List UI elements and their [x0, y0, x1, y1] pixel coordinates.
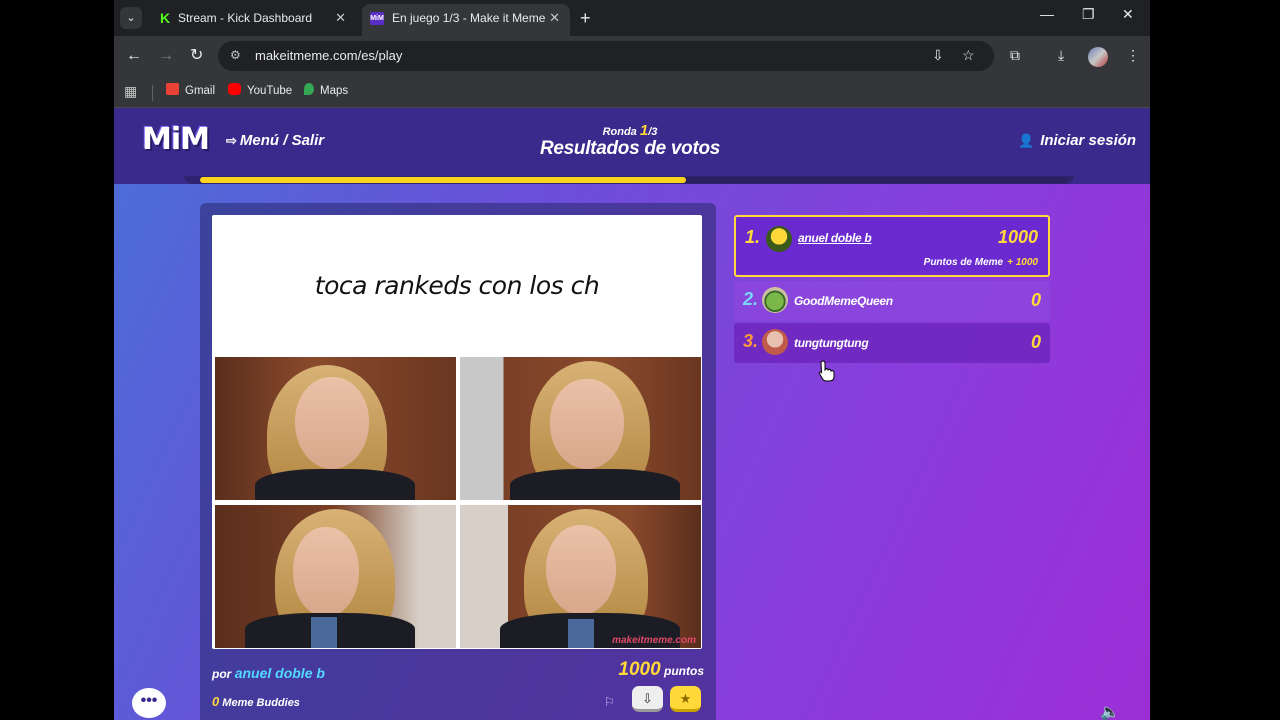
buddies-value: 0 [212, 694, 220, 709]
tab-title: Stream - Kick Dashboard [178, 11, 313, 25]
menu-exit-icon: ⇨ [226, 133, 237, 148]
address-bar[interactable]: ⚙ makeitmeme.com/es/play ⇩ ☆ [218, 41, 994, 71]
url-text: makeitmeme.com/es/play [255, 48, 403, 63]
player-score: 0 [1030, 332, 1041, 352]
site-info-icon[interactable]: ⚙ [230, 48, 241, 62]
bookmark-gmail[interactable]: Gmail [166, 83, 215, 99]
meme-image-panel [460, 357, 701, 500]
reload-icon[interactable]: ↻ [190, 46, 203, 66]
rank-label: 1. [745, 227, 761, 247]
mim-favicon-icon: MiM [370, 12, 384, 25]
author-name[interactable]: anuel doble b [235, 665, 325, 681]
player-name: tungtungtung [794, 336, 869, 350]
meme-panel: toca rankeds con los ch makeitmeme.com p… [200, 203, 716, 720]
browser-window: ⌄ K Stream - Kick Dashboard ✕ MiM En jue… [114, 0, 1150, 720]
install-app-icon[interactable]: ⇩ [932, 47, 944, 64]
favorite-meme-button[interactable]: ★ [670, 686, 701, 712]
tab-strip: ⌄ K Stream - Kick Dashboard ✕ MiM En jue… [114, 0, 1150, 36]
meme-watermark: makeitmeme.com [612, 635, 696, 646]
bookmark-youtube[interactable]: YouTube [228, 83, 292, 99]
bookmark-label: Gmail [185, 85, 216, 97]
avatar [762, 329, 788, 355]
leaderboard-row[interactable]: 3. tungtungtung 0 [734, 323, 1050, 363]
tab-title: En juego 1/3 - Make it Meme [392, 11, 546, 25]
leaderboard-row[interactable]: 1. anuel doble b 1000 Puntos de Meme + 10… [734, 215, 1050, 277]
youtube-icon [228, 83, 241, 95]
tab-search-icon[interactable]: ⌄ [120, 7, 142, 29]
close-window-icon[interactable]: ✕ [1122, 6, 1134, 23]
by-label: por [212, 667, 232, 681]
browser-toolbar: ← → ↻ ⚙ makeitmeme.com/es/play ⇩ ☆ ⧉ ⤓ ⋮ [114, 36, 1150, 77]
buddies-label: Meme Buddies [222, 697, 300, 709]
flag-icon[interactable]: ⚐ [604, 695, 615, 709]
game-page: MiM ⇨ Menú / Salir Ronda 1/3 Resultados d… [114, 108, 1150, 720]
leaderboard-row[interactable]: 2. GoodMemeQueen 0 [734, 281, 1050, 321]
meme-image-panel [215, 357, 456, 500]
bookmark-label: Maps [320, 85, 349, 97]
forward-icon[interactable]: → [158, 46, 174, 66]
rank-label: 2. [743, 289, 759, 309]
points-label: puntos [664, 664, 704, 678]
meme-image-panel [460, 505, 701, 648]
login-label: Iniciar sesión [1040, 132, 1137, 149]
minimize-icon[interactable]: — [1040, 6, 1054, 22]
player-name[interactable]: anuel doble b [798, 231, 872, 245]
meme-points: 1000 puntos [618, 659, 704, 681]
gmail-icon [166, 83, 179, 95]
round-progress-bar [200, 177, 1068, 183]
tab-kick-dashboard[interactable]: K Stream - Kick Dashboard ✕ [148, 4, 356, 36]
rank-label: 3. [743, 331, 759, 351]
restore-icon[interactable]: ❐ [1082, 6, 1095, 23]
bookmark-label: YouTube [247, 85, 293, 97]
profile-avatar[interactable] [1088, 47, 1108, 67]
bookmark-star-icon[interactable]: ☆ [962, 47, 975, 64]
apps-grid-icon[interactable]: ▦ [124, 83, 137, 100]
download-meme-button[interactable]: ⇩ [632, 686, 663, 712]
points-value: 1000 [618, 659, 661, 680]
sound-icon[interactable]: 🔈 [1100, 702, 1120, 720]
game-header: MiM ⇨ Menú / Salir Ronda 1/3 Resultados d… [114, 108, 1150, 184]
bookmark-divider [152, 85, 153, 101]
maps-icon [304, 83, 314, 95]
round-progress-fill [200, 177, 687, 183]
round-label: Ronda [602, 126, 637, 138]
login-button[interactable]: 👤 Iniciar sesión [1018, 132, 1136, 149]
meme-points-label: Puntos de Meme [923, 257, 1004, 268]
more-menu-icon[interactable]: ⋮ [1126, 47, 1140, 64]
avatar [766, 226, 792, 252]
meme-card: toca rankeds con los ch makeitmeme.com [212, 215, 702, 649]
meme-points-gain: Puntos de Meme + 1000 [924, 257, 1038, 268]
close-tab-icon[interactable]: ✕ [335, 4, 346, 32]
meme-caption: toca rankeds con los ch [314, 271, 600, 300]
close-tab-icon[interactable]: ✕ [549, 4, 560, 32]
avatar [762, 287, 788, 313]
downloads-icon[interactable]: ⤓ [1058, 47, 1064, 64]
menu-exit-label: Menú / Salir [239, 132, 325, 149]
meme-image-panel [215, 505, 456, 648]
player-score: 0 [1030, 290, 1041, 310]
user-icon: 👤 [1018, 133, 1035, 148]
player-score: 1000 [997, 227, 1038, 247]
menu-exit-button[interactable]: ⇨ Menú / Salir [226, 132, 324, 149]
player-name: GoodMemeQueen [794, 294, 893, 308]
page-title: Resultados de votos [539, 138, 721, 159]
meme-author: por anuel doble b [212, 665, 325, 681]
round-indicator: Ronda 1/3 [504, 122, 756, 139]
tab-make-it-meme[interactable]: MiM En juego 1/3 - Make it Meme ✕ [362, 4, 570, 36]
chat-icon[interactable]: ••• [132, 688, 166, 718]
extensions-icon[interactable]: ⧉ [1010, 47, 1020, 64]
hand-cursor-icon [818, 360, 835, 382]
meme-points-value: + 1000 [1007, 257, 1038, 268]
new-tab-icon[interactable]: + [580, 7, 591, 29]
bookmark-maps[interactable]: Maps [304, 83, 348, 99]
back-icon[interactable]: ← [126, 46, 142, 66]
bookmarks-bar: ▦ Gmail YouTube Maps [114, 77, 1150, 108]
meme-buddies: 0 Meme Buddies [212, 694, 300, 709]
round-total: /3 [648, 126, 658, 138]
kick-favicon-icon: K [158, 10, 172, 26]
mim-logo[interactable]: MiM [142, 122, 210, 157]
round-current: 1 [639, 122, 649, 139]
